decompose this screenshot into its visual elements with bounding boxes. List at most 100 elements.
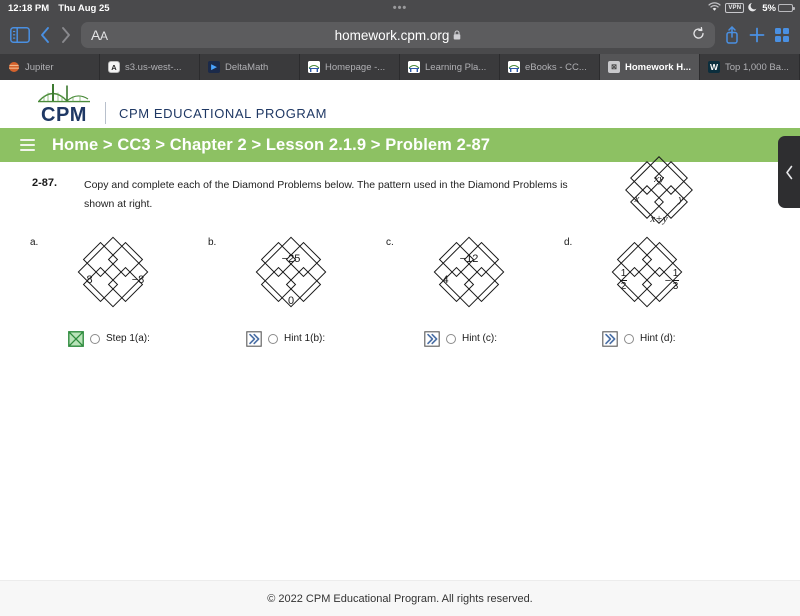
wifi-icon	[708, 1, 721, 15]
part-letter: d.	[564, 236, 573, 248]
browser-toolbar: AA homework.cpm.org	[0, 16, 800, 54]
chevron-left-icon	[785, 165, 792, 179]
ref-diamond-top: xy	[654, 173, 664, 185]
part-letter: c.	[386, 236, 394, 248]
s3-favicon: A	[108, 61, 120, 73]
browser-tab[interactable]: Jupiter	[0, 54, 100, 80]
diamond-d-top	[629, 251, 665, 268]
diamond-a-right: −8	[131, 274, 145, 287]
diamond-d-left: 1 2	[611, 268, 636, 293]
tab-label: Top 1,000 Ba...	[725, 61, 789, 73]
diamond-d[interactable]: 1 2 − 1 3	[599, 236, 695, 319]
status-bar-right: VPN 5%	[708, 0, 795, 16]
hint-label: Step 1(a):	[106, 333, 150, 345]
breadcrumb[interactable]: Home > CC3 > Chapter 2 > Lesson 2.1.9 > …	[52, 136, 490, 155]
side-panel-toggle[interactable]	[778, 136, 800, 208]
status-bar-left: 12:18 PM Thu Aug 25	[8, 3, 110, 14]
browser-tab[interactable]: Learning Pla...	[400, 54, 500, 80]
problem-number: 2-87.	[32, 177, 58, 189]
browser-tab[interactable]: ▶ DeltaMath	[200, 54, 300, 80]
cpm-logo-tagline: CPM EDUCATIONAL PROGRAM	[119, 106, 328, 121]
cpm-logo[interactable]: CPM CPM EDUCATIONAL PROGRAM	[36, 83, 327, 125]
hint-checkbox[interactable]	[268, 333, 278, 344]
hint-group-c: Hint (c):	[380, 331, 558, 347]
hint-label: Hint (d):	[640, 333, 676, 345]
problem-part-a: a. 8 −8	[24, 236, 202, 319]
hint-label: Hint 1(b):	[284, 333, 326, 345]
diamond-d-bottom	[629, 293, 665, 310]
diamond-d-right-denominator: 3	[671, 280, 680, 293]
diamond-a-bottom	[95, 293, 131, 310]
diamond-a-top	[95, 251, 131, 268]
problem-text: Copy and complete each of the Diamond Pr…	[84, 179, 568, 211]
status-bar-date: Thu Aug 25	[58, 2, 110, 14]
diamond-c[interactable]: −12 4	[421, 236, 517, 319]
diamond-b-left	[255, 272, 280, 289]
status-bar-time: 12:18 PM	[8, 2, 50, 14]
diamond-c-top: −12	[459, 253, 479, 266]
crescent-moon-icon	[748, 2, 758, 15]
share-button[interactable]	[724, 25, 740, 45]
double-chevron-icon[interactable]	[424, 331, 440, 347]
diamond-d-right-sign: −	[664, 274, 672, 287]
diamond-d-right-numerator: 1	[672, 268, 679, 280]
problem-content: 2-87. Copy and complete each of the Diam…	[0, 156, 800, 580]
address-bar[interactable]: AA homework.cpm.org	[81, 22, 715, 48]
battery-percent: 5%	[762, 2, 776, 14]
battery-indicator: 5%	[762, 2, 795, 14]
breadcrumb-bar: Home > CC3 > Chapter 2 > Lesson 2.1.9 > …	[0, 128, 800, 162]
new-tab-button[interactable]	[749, 27, 765, 43]
browser-tab[interactable]: eBooks - CC...	[500, 54, 600, 80]
problem-part-b: b. −25 0	[202, 236, 380, 319]
cpm-logo-text: CPM	[41, 104, 87, 126]
problem-part-c: c. −12 4	[380, 236, 558, 319]
tab-label: s3.us-west-...	[125, 61, 182, 73]
back-button[interactable]	[39, 26, 51, 44]
diamond-d-left-numerator: 1	[620, 268, 627, 280]
reference-pattern-diamond: xy x y x+y	[617, 156, 705, 240]
tab-overview-button[interactable]	[774, 27, 790, 43]
cpm-favicon	[408, 61, 420, 73]
lock-icon	[453, 28, 461, 43]
diamond-c-left: 4	[442, 274, 449, 287]
hint-row: Step 1(a): Hint 1(b): Hint (c): Hint (d)…	[0, 330, 800, 347]
reload-button[interactable]	[692, 26, 705, 43]
hamburger-menu-icon[interactable]	[20, 138, 35, 152]
text-size-button[interactable]: AA	[91, 27, 108, 43]
browser-tab[interactable]: A s3.us-west-...	[100, 54, 200, 80]
hint-checkbox[interactable]	[624, 333, 634, 344]
cpm-favicon	[308, 61, 320, 73]
double-chevron-icon[interactable]	[246, 331, 262, 347]
diamond-a-left: 8	[86, 274, 93, 287]
diamond-b[interactable]: −25 0	[243, 236, 339, 319]
tab-label: DeltaMath	[225, 61, 269, 73]
hint-group-d: Hint (d):	[558, 331, 736, 347]
jupiter-favicon	[8, 61, 20, 73]
part-letter: b.	[208, 236, 217, 248]
w-favicon: W	[708, 61, 720, 73]
address-bar-content: homework.cpm.org	[81, 28, 715, 43]
hint-checkbox[interactable]	[90, 333, 100, 344]
green-x-box-icon[interactable]	[68, 330, 84, 347]
tab-label: Homework H...	[625, 61, 691, 73]
diamond-a[interactable]: 8 −8	[65, 236, 161, 319]
site-header: CPM CPM EDUCATIONAL PROGRAM	[0, 80, 800, 128]
vpn-badge: VPN	[725, 3, 745, 13]
webpage-content: CPM CPM EDUCATIONAL PROGRAM Home > CC3 >…	[0, 80, 800, 616]
tab-label: Homepage -...	[325, 61, 386, 73]
double-chevron-icon[interactable]	[602, 331, 618, 347]
browser-tab[interactable]: Homepage -...	[300, 54, 400, 80]
tab-label: eBooks - CC...	[525, 61, 587, 73]
ref-diamond-bottom: x+y	[650, 213, 668, 225]
diamond-b-right	[302, 272, 330, 289]
diamond-d-left-denominator: 2	[619, 280, 628, 293]
browser-tab-active[interactable]: ⊠ Homework H...	[600, 54, 700, 80]
hint-group-a: Step 1(a):	[24, 330, 202, 347]
browser-tab-bar: Jupiter A s3.us-west-... ▶ DeltaMath Hom…	[0, 54, 800, 80]
sidebar-toggle-icon[interactable]	[10, 27, 30, 43]
hint-checkbox[interactable]	[446, 333, 456, 344]
browser-tab[interactable]: W Top 1,000 Ba...	[700, 54, 800, 80]
site-footer: © 2022 CPM Educational Program. All righ…	[0, 580, 800, 616]
hint-label: Hint (c):	[462, 333, 497, 345]
hint-group-b: Hint 1(b):	[202, 331, 380, 347]
